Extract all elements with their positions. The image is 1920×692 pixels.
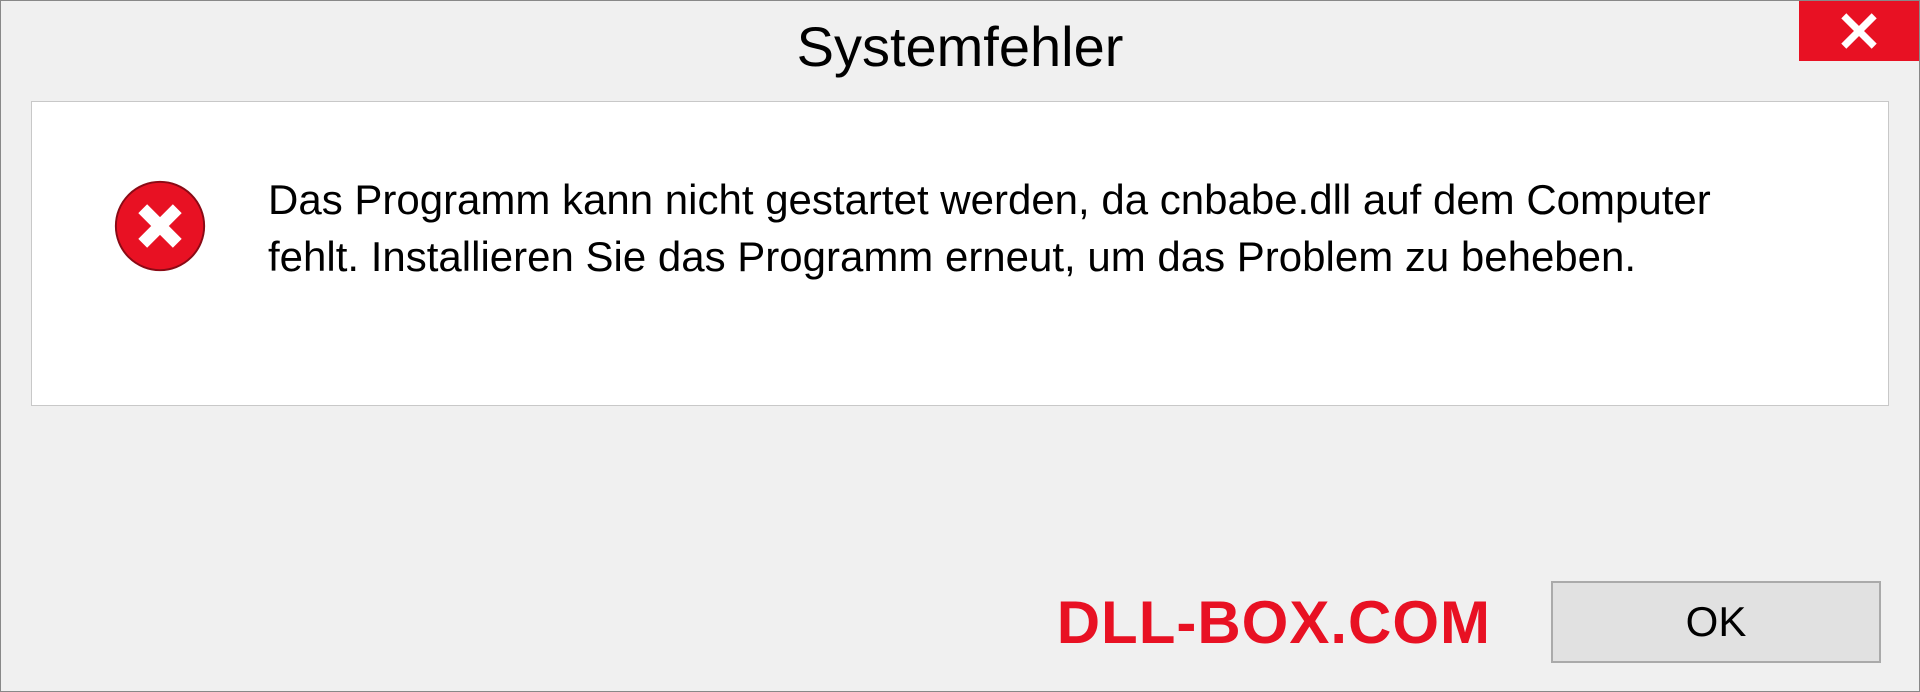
- close-icon: [1840, 12, 1878, 50]
- error-message: Das Programm kann nicht gestartet werden…: [268, 172, 1808, 285]
- ok-button[interactable]: OK: [1551, 581, 1881, 663]
- footer: DLL-BOX.COM OK: [1, 581, 1919, 663]
- error-icon: [112, 178, 208, 274]
- message-panel: Das Programm kann nicht gestartet werden…: [31, 101, 1889, 406]
- watermark-text: DLL-BOX.COM: [1057, 588, 1491, 657]
- dialog-title: Systemfehler: [797, 14, 1124, 79]
- titlebar: Systemfehler: [1, 1, 1919, 91]
- close-button[interactable]: [1799, 1, 1919, 61]
